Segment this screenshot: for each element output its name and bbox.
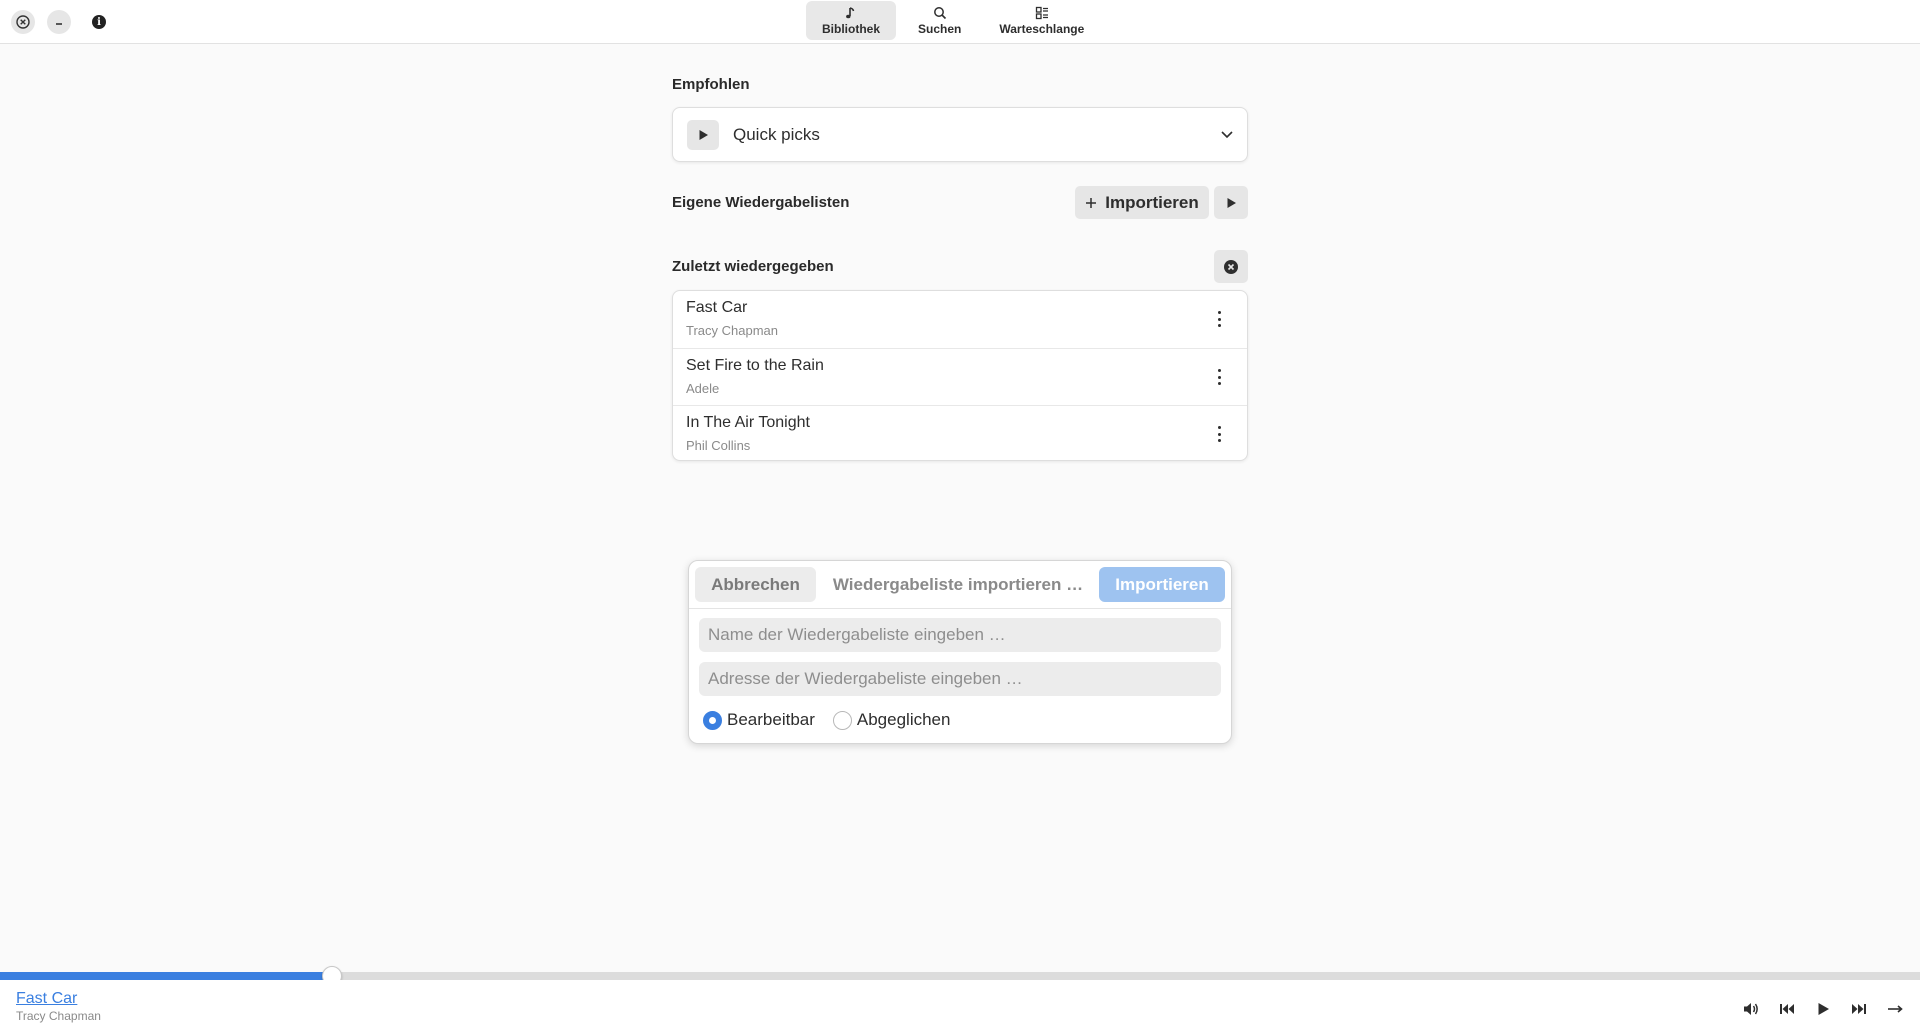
more-options-icon[interactable] bbox=[1217, 369, 1221, 385]
list-item[interactable]: Set Fire to the Rain Adele bbox=[673, 348, 1247, 405]
confirm-import-button[interactable]: Importieren bbox=[1099, 567, 1225, 602]
tab-suchen-label: Suchen bbox=[918, 21, 962, 36]
play-icon bbox=[699, 130, 708, 140]
own-playlists-heading: Eigene Wiedergabelisten bbox=[672, 194, 850, 211]
now-playing-artist: Tracy Chapman bbox=[16, 1009, 101, 1023]
radio-unselected-icon bbox=[832, 710, 852, 730]
more-options-icon[interactable] bbox=[1217, 311, 1221, 327]
volume-icon bbox=[1744, 1003, 1758, 1015]
radio-editable[interactable]: Bearbeitbar bbox=[703, 710, 815, 730]
more-options-icon[interactable] bbox=[1217, 426, 1221, 442]
minimize-window-button[interactable] bbox=[47, 10, 71, 34]
list-item[interactable]: In The Air Tonight Phil Collins bbox=[673, 405, 1247, 462]
now-playing-title[interactable]: Fast Car bbox=[16, 990, 77, 1008]
play-icon bbox=[1818, 1003, 1829, 1015]
song-artist: Phil Collins bbox=[686, 438, 751, 453]
play-icon bbox=[1227, 197, 1236, 208]
plus-icon bbox=[1086, 197, 1097, 208]
song-artist: Adele bbox=[686, 381, 720, 396]
previous-button[interactable] bbox=[1777, 999, 1797, 1019]
recommended-selected-label: Quick picks bbox=[733, 125, 820, 144]
playlist-name-input[interactable] bbox=[699, 618, 1221, 652]
clear-circle-icon bbox=[1224, 259, 1238, 274]
skip-next-icon bbox=[1852, 1004, 1866, 1014]
cancel-button[interactable]: Abbrechen bbox=[695, 567, 816, 602]
playlist-url-input[interactable] bbox=[699, 662, 1221, 696]
song-title: In The Air Tonight bbox=[686, 414, 810, 431]
recommended-heading: Empfohlen bbox=[672, 76, 750, 93]
clear-recent-button[interactable] bbox=[1214, 250, 1248, 283]
queue-icon bbox=[1035, 6, 1048, 19]
playlist-type-options: Bearbeitbar Abgeglichen bbox=[703, 710, 968, 730]
play-quick-picks-button[interactable] bbox=[687, 120, 719, 150]
chevron-down-icon bbox=[1221, 131, 1233, 139]
music-note-icon bbox=[846, 6, 855, 18]
tab-warteschlange[interactable]: Warteschlange bbox=[983, 1, 1100, 40]
header-bar: i Bibliothek Suchen Warteschlange bbox=[0, 0, 1920, 44]
list-item[interactable]: Fast Car Tracy Chapman bbox=[673, 291, 1247, 348]
seek-bar[interactable] bbox=[0, 966, 1920, 986]
dialog-header: Abbrechen Wiedergabeliste importieren … … bbox=[689, 561, 1231, 609]
minimize-icon bbox=[56, 23, 62, 25]
radio-synced-label: Abgeglichen bbox=[856, 710, 951, 729]
seek-bar-fill bbox=[0, 972, 333, 980]
import-playlist-button[interactable]: Importieren bbox=[1075, 186, 1209, 219]
recent-list: Fast Car Tracy Chapman Set Fire to the R… bbox=[672, 290, 1248, 461]
player-bar: Fast Car Tracy Chapman bbox=[0, 980, 1920, 1036]
next-button[interactable] bbox=[1849, 999, 1869, 1019]
tab-bibliothek-label: Bibliothek bbox=[822, 21, 881, 36]
recommended-dropdown[interactable]: Quick picks bbox=[672, 107, 1248, 162]
tab-warteschlange-label: Warteschlange bbox=[999, 21, 1085, 36]
import-playlist-dialog: Abbrechen Wiedergabeliste importieren … … bbox=[688, 560, 1232, 744]
radio-selected-icon bbox=[703, 710, 722, 730]
song-title: Set Fire to the Rain bbox=[686, 357, 824, 374]
song-artist: Tracy Chapman bbox=[686, 323, 778, 338]
import-playlist-label: Importieren bbox=[1105, 192, 1199, 212]
about-button[interactable]: i bbox=[87, 10, 111, 34]
play-playlists-button[interactable] bbox=[1214, 186, 1248, 219]
main-tabs: Bibliothek Suchen Warteschlange bbox=[806, 1, 1100, 40]
volume-button[interactable] bbox=[1741, 999, 1761, 1019]
info-icon: i bbox=[92, 15, 106, 29]
song-title: Fast Car bbox=[686, 299, 748, 316]
radio-synced[interactable]: Abgeglichen bbox=[832, 710, 951, 730]
radio-editable-label: Bearbeitbar bbox=[727, 710, 815, 729]
play-button[interactable] bbox=[1813, 999, 1833, 1019]
close-circle-icon bbox=[16, 15, 30, 29]
repeat-mode-button[interactable] bbox=[1885, 999, 1905, 1019]
search-icon bbox=[933, 6, 946, 19]
skip-previous-icon bbox=[1780, 1004, 1794, 1014]
arrow-right-icon bbox=[1888, 1005, 1903, 1013]
dialog-title: Wiedergabeliste importieren … bbox=[832, 575, 1084, 594]
tab-bibliothek[interactable]: Bibliothek bbox=[806, 1, 897, 40]
tab-suchen[interactable]: Suchen bbox=[902, 1, 977, 40]
recent-heading: Zuletzt wiedergegeben bbox=[672, 258, 834, 275]
close-window-button[interactable] bbox=[11, 10, 35, 34]
